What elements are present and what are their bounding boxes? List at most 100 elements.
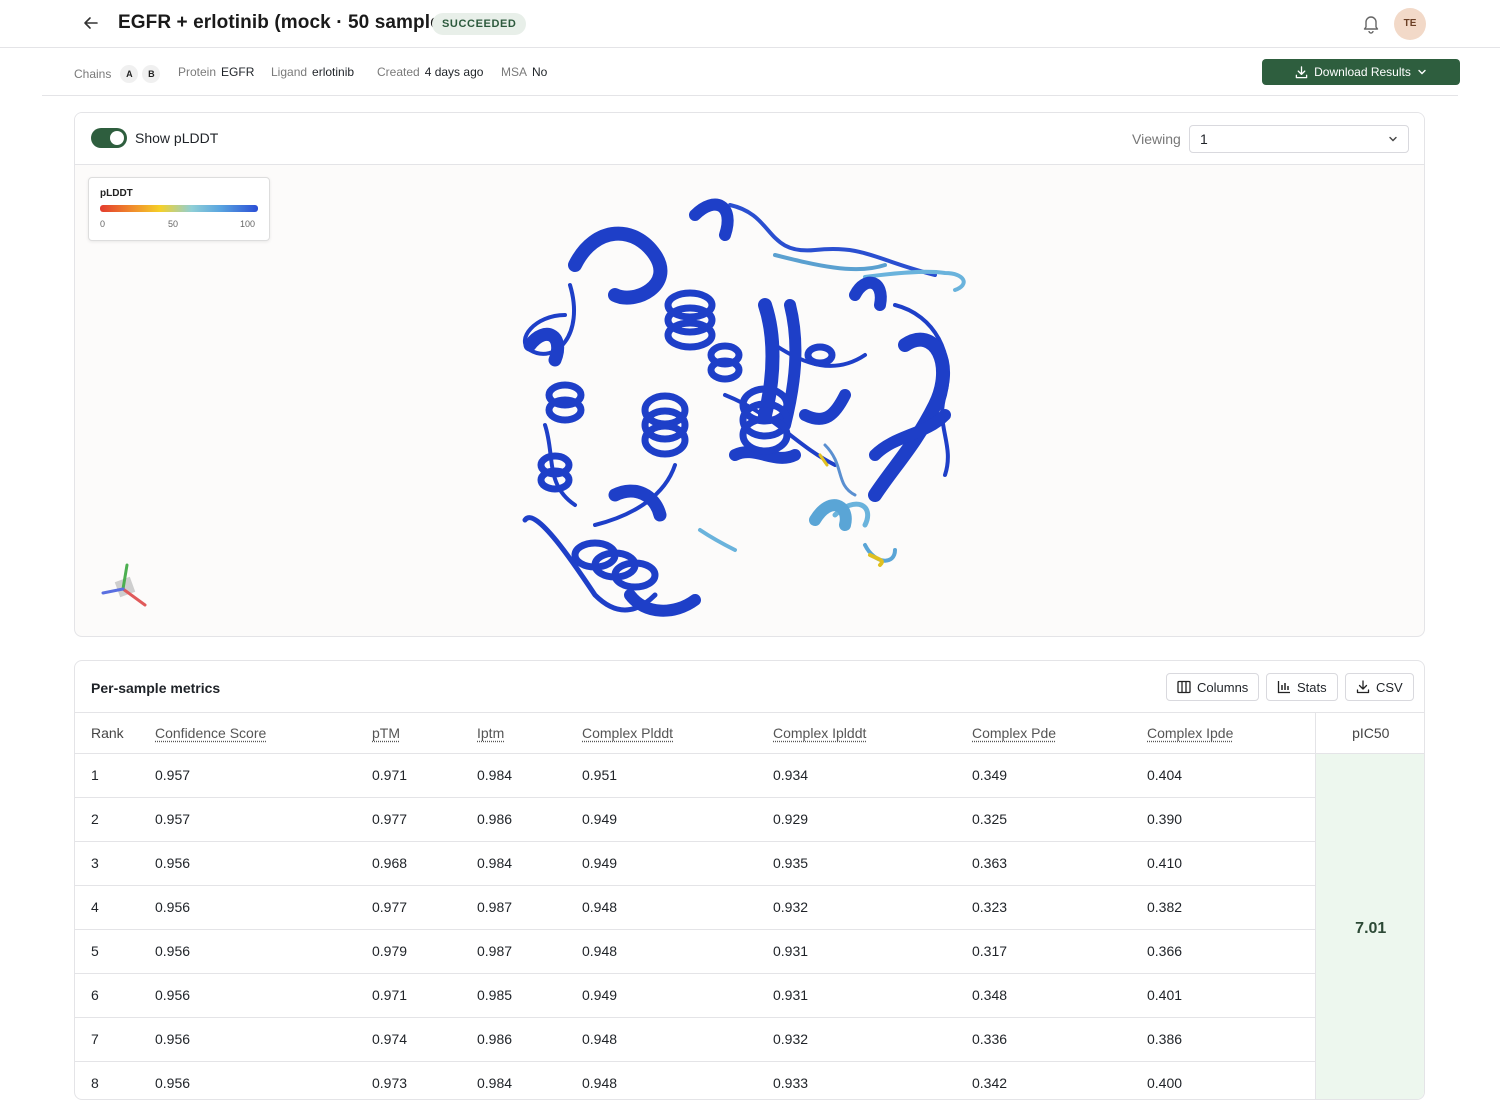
csv-button[interactable]: CSV — [1345, 673, 1414, 701]
chains-meta: Chains A B — [74, 65, 160, 83]
complex-plddt-cell: 0.949 — [582, 797, 773, 841]
created-meta: Created 4 days ago — [377, 65, 483, 79]
iptm-cell: 0.987 — [477, 929, 582, 973]
complex-plddt-cell: 0.948 — [582, 885, 773, 929]
viewing-label: Viewing — [1132, 131, 1181, 147]
complex-plddt-cell: 0.949 — [582, 841, 773, 885]
columns-button[interactable]: Columns — [1166, 673, 1259, 701]
column-header-pic50[interactable]: pIC50 — [1315, 713, 1425, 753]
rank-cell: 3 — [75, 841, 155, 885]
column-header-ptm[interactable]: pTM — [372, 713, 477, 753]
stats-label: Stats — [1297, 680, 1327, 695]
complex-plddt-cell: 0.951 — [582, 753, 773, 797]
column-header-rank[interactable]: Rank — [75, 713, 155, 753]
complex-pde-cell: 0.348 — [972, 973, 1147, 1017]
confidence-score-cell: 0.957 — [155, 753, 372, 797]
column-header-complex-iplddt[interactable]: Complex Iplddt — [773, 713, 972, 753]
table-row[interactable]: 8 0.956 0.973 0.984 0.948 0.933 0.342 0.… — [75, 1061, 1425, 1100]
complex-ipde-cell: 0.382 — [1147, 885, 1315, 929]
stats-button[interactable]: Stats — [1266, 673, 1338, 701]
ligand-meta: Ligand erlotinib — [271, 65, 354, 79]
ptm-cell: 0.974 — [372, 1017, 477, 1061]
complex-pde-cell: 0.336 — [972, 1017, 1147, 1061]
viewing-select[interactable]: 1 — [1189, 125, 1409, 153]
iptm-cell: 0.987 — [477, 885, 582, 929]
column-header-complex-plddt[interactable]: Complex Plddt — [582, 713, 773, 753]
iptm-cell: 0.984 — [477, 841, 582, 885]
column-header-iptm[interactable]: Iptm — [477, 713, 582, 753]
iptm-cell: 0.984 — [477, 1061, 582, 1100]
table-row[interactable]: 5 0.956 0.979 0.987 0.948 0.931 0.317 0.… — [75, 929, 1425, 973]
table-header-row: Rank Confidence Score pTM Iptm Complex P… — [75, 713, 1425, 753]
top-bar: EGFR + erlotinib (mock · 50 samples) SUC… — [0, 0, 1500, 48]
complex-plddt-cell: 0.948 — [582, 929, 773, 973]
avatar[interactable]: TE — [1394, 8, 1426, 40]
table-row[interactable]: 4 0.956 0.977 0.987 0.948 0.932 0.323 0.… — [75, 885, 1425, 929]
column-header-label: pTM — [372, 725, 400, 741]
complex-ipde-cell: 0.401 — [1147, 973, 1315, 1017]
page-title: EGFR + erlotinib (mock · 50 samples) — [118, 12, 458, 34]
table-row[interactable]: 7 0.956 0.974 0.986 0.948 0.932 0.336 0.… — [75, 1017, 1425, 1061]
confidence-score-cell: 0.956 — [155, 929, 372, 973]
status-badge: SUCCEEDED — [432, 13, 526, 35]
chain-chip-b: B — [142, 65, 160, 83]
bell-icon[interactable] — [1360, 12, 1382, 34]
table-row[interactable]: 6 0.956 0.971 0.985 0.949 0.931 0.348 0.… — [75, 973, 1425, 1017]
structure-viewer-card: Show pLDDT Viewing 1 pLDDT 0 50 100 — [74, 112, 1425, 637]
chevron-down-icon — [1417, 67, 1427, 77]
confidence-score-cell: 0.956 — [155, 885, 372, 929]
rank-cell: 2 — [75, 797, 155, 841]
download-icon — [1295, 66, 1308, 79]
rank-cell: 4 — [75, 885, 155, 929]
protein-structure-render[interactable] — [75, 165, 1425, 637]
bar-chart-icon — [1277, 680, 1291, 694]
download-results-button[interactable]: Download Results — [1262, 59, 1460, 85]
column-header-label: Complex Iplddt — [773, 725, 866, 741]
meta-bar: Chains A B Protein EGFR Ligand erlotinib C… — [42, 48, 1458, 96]
column-header-confidence-score[interactable]: Confidence Score — [155, 713, 372, 753]
metrics-header: Per-sample metrics Columns Stats CSV — [75, 661, 1424, 713]
column-header-label: Iptm — [477, 725, 504, 741]
ligand-label: Ligand — [271, 65, 307, 79]
complex-ipde-cell: 0.410 — [1147, 841, 1315, 885]
viewing-value: 1 — [1200, 131, 1208, 147]
iptm-cell: 0.986 — [477, 1017, 582, 1061]
chain-chip-a: A — [120, 65, 138, 83]
ptm-cell: 0.971 — [372, 973, 477, 1017]
download-label: Download Results — [1314, 65, 1411, 79]
metrics-table-body: 1 0.957 0.971 0.984 0.951 0.934 0.349 0.… — [75, 753, 1425, 1100]
ptm-cell: 0.973 — [372, 1061, 477, 1100]
columns-icon — [1177, 680, 1191, 694]
column-header-label: Complex Plddt — [582, 725, 673, 741]
msa-value: No — [532, 65, 547, 79]
complex-pde-cell: 0.323 — [972, 885, 1147, 929]
complex-plddt-cell: 0.949 — [582, 973, 773, 1017]
back-arrow-icon[interactable] — [80, 12, 102, 34]
column-header-label: Complex Ipde — [1147, 725, 1233, 741]
rank-cell: 7 — [75, 1017, 155, 1061]
plddt-toggle[interactable] — [91, 128, 127, 148]
orientation-axes-icon — [97, 561, 157, 621]
complex-iplddt-cell: 0.932 — [773, 885, 972, 929]
complex-pde-cell: 0.342 — [972, 1061, 1147, 1100]
metrics-table: Rank Confidence Score pTM Iptm Complex P… — [75, 713, 1425, 1100]
column-header-complex-pde[interactable]: Complex Pde — [972, 713, 1147, 753]
protein-value: EGFR — [221, 65, 254, 79]
table-row[interactable]: 3 0.956 0.968 0.984 0.949 0.935 0.363 0.… — [75, 841, 1425, 885]
created-value: 4 days ago — [425, 65, 484, 79]
confidence-score-cell: 0.956 — [155, 841, 372, 885]
complex-pde-cell: 0.325 — [972, 797, 1147, 841]
protein-label: Protein — [178, 65, 216, 79]
msa-label: MSA — [501, 65, 527, 79]
protein-meta: Protein EGFR — [178, 65, 254, 79]
complex-iplddt-cell: 0.934 — [773, 753, 972, 797]
per-sample-metrics-card: Per-sample metrics Columns Stats CSV Ran… — [74, 660, 1425, 1100]
complex-pde-cell: 0.349 — [972, 753, 1147, 797]
table-row[interactable]: 1 0.957 0.971 0.984 0.951 0.934 0.349 0.… — [75, 753, 1425, 797]
complex-iplddt-cell: 0.935 — [773, 841, 972, 885]
complex-ipde-cell: 0.400 — [1147, 1061, 1315, 1100]
msa-meta: MSA No — [501, 65, 547, 79]
table-row[interactable]: 2 0.957 0.977 0.986 0.949 0.929 0.325 0.… — [75, 797, 1425, 841]
created-label: Created — [377, 65, 420, 79]
column-header-complex-ipde[interactable]: Complex Ipde — [1147, 713, 1315, 753]
